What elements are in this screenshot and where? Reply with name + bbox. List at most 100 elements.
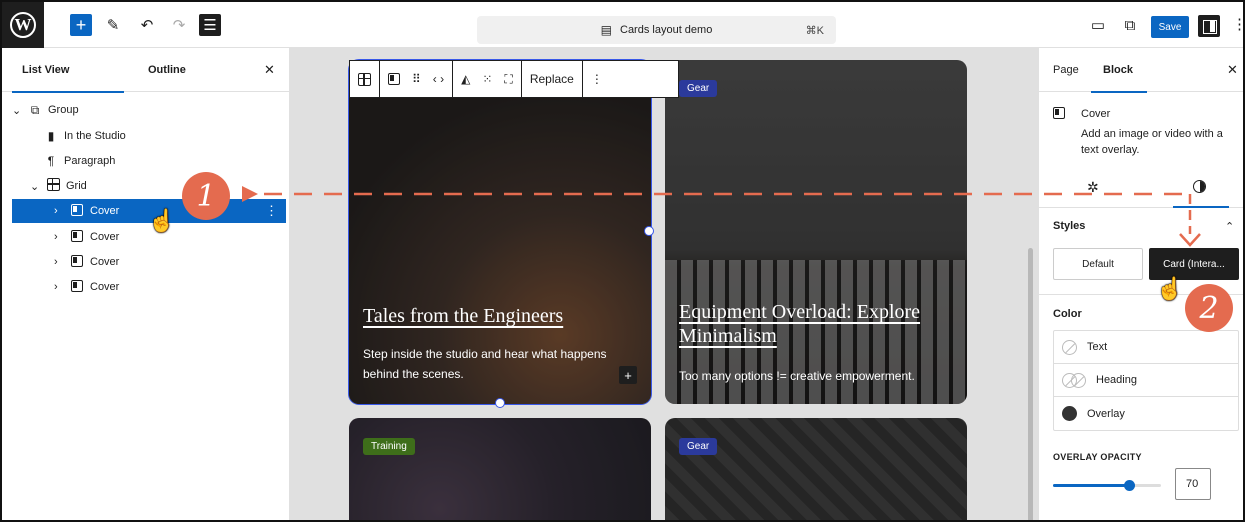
cover-icon — [1053, 106, 1065, 124]
cover-icon — [68, 203, 86, 219]
cover-icon — [68, 229, 86, 245]
styles-section-title: Styles — [1053, 220, 1086, 232]
contrast-triangle-icon[interactable]: ◭ — [461, 72, 470, 86]
drag-handle-icon[interactable]: ⠿ — [412, 72, 421, 86]
empty-swatch-icon — [1062, 339, 1077, 355]
category-badge[interactable]: Gear — [679, 80, 718, 97]
color-section-title: Color — [1053, 308, 1082, 320]
style-default-button[interactable]: Default — [1053, 248, 1143, 280]
card-title[interactable]: Equipment Overload: Explore Minimalism — [679, 300, 964, 348]
save-button[interactable]: Save — [1151, 16, 1189, 38]
list-item-cover[interactable]: › Cover — [12, 250, 286, 274]
list-item-cover[interactable]: › Cover — [12, 275, 286, 299]
options-kebab-icon[interactable]: ⋮ — [265, 203, 278, 219]
document-overview-icon[interactable]: ☰ — [199, 14, 221, 36]
card-description[interactable]: Too many options != creative empowerment… — [679, 366, 915, 386]
list-item-group[interactable]: ⌄ ⧉ Group — [12, 98, 286, 122]
overlay-opacity-label: OVERLAY OPACITY — [1053, 452, 1142, 462]
tools-pencil-icon[interactable]: ✎ — [102, 14, 124, 36]
pointer-hand-icon: ☝ — [148, 208, 176, 233]
undo-icon[interactable]: ↶ — [136, 14, 158, 36]
add-block-button[interactable]: + — [70, 14, 92, 36]
editor-canvas[interactable]: Tales from the Engineers Step inside the… — [290, 48, 1038, 520]
cover-controls: ◭ ⁙ ⛶ — [453, 61, 522, 97]
color-item-overlay[interactable]: Overlay — [1054, 397, 1238, 430]
list-item-label: Cover — [90, 231, 120, 243]
tab-list-view[interactable]: List View — [12, 48, 124, 93]
list-view-panel: List View Outline ✕ ⌄ ⧉ Group ▮ In the S… — [2, 48, 290, 520]
chevron-down-icon[interactable]: ⌄ — [12, 104, 26, 117]
overlay-opacity-slider[interactable] — [1053, 480, 1161, 491]
color-item-heading[interactable]: Heading — [1054, 364, 1238, 397]
block-inserter-plus-icon[interactable]: + — [619, 366, 637, 384]
view-device-icon[interactable]: ▭ — [1087, 14, 1109, 36]
canvas-scrollbar[interactable] — [1028, 248, 1033, 520]
top-toolbar: W + ✎ ↶ ↷ ☰ ▤ Cards layout demo ⌘K ▭ ⧉ S… — [2, 2, 1243, 48]
focal-point-icon[interactable]: ⁙ — [482, 72, 492, 86]
cover-card[interactable]: Tales from the Engineers Step inside the… — [348, 59, 652, 405]
more-options-icon[interactable]: ⋮ — [1232, 15, 1243, 33]
wordpress-icon: W — [10, 12, 36, 38]
gear-icon[interactable]: ✲ — [1087, 179, 1099, 196]
bookmark-icon: ▮ — [47, 129, 55, 143]
active-tab-indicator — [1173, 206, 1229, 208]
list-item-label: Group — [48, 104, 79, 116]
move-arrows-icon[interactable]: ‹ › — [433, 72, 444, 86]
block-inspector-tabs: ✲ — [1039, 176, 1243, 208]
grid-icon — [44, 178, 62, 194]
block-more-options-icon[interactable]: ⋮ — [583, 61, 611, 97]
list-item-label: Grid — [66, 180, 87, 192]
tab-page[interactable]: Page — [1053, 48, 1079, 92]
cover-card[interactable]: Gear Equipment Overload: Explore Minimal… — [665, 60, 967, 404]
card-title[interactable]: Tales from the Engineers — [363, 304, 563, 328]
chevron-up-icon[interactable]: ⌃ — [1225, 220, 1234, 233]
color-item-text[interactable]: Text — [1054, 331, 1238, 364]
chevron-right-icon[interactable]: › — [54, 231, 68, 243]
command-palette-title[interactable]: ▤ Cards layout demo ⌘K — [477, 16, 836, 44]
cover-card[interactable]: Training — [349, 418, 651, 520]
resize-handle-right[interactable] — [644, 226, 654, 236]
tab-block[interactable]: Block — [1091, 48, 1147, 93]
replace-button[interactable]: Replace — [522, 61, 583, 97]
slider-thumb[interactable] — [1123, 480, 1135, 491]
list-item-paragraph[interactable]: ¶ Paragraph — [12, 149, 286, 173]
tab-outline[interactable]: Outline — [148, 48, 186, 92]
step-1-badge: 1 — [182, 172, 230, 220]
pointer-hand-icon: ☝ — [1156, 276, 1184, 301]
double-swatch-icon — [1062, 372, 1086, 388]
settings-toggle-icon[interactable] — [1198, 15, 1220, 37]
page-icon: ▤ — [600, 23, 612, 37]
shortcut-hint: ⌘K — [805, 25, 824, 37]
list-view-tabs: List View Outline ✕ — [2, 48, 289, 93]
slider-fill — [1053, 484, 1129, 487]
cover-icon — [68, 279, 86, 295]
fullscreen-icon[interactable]: ⛶ — [504, 72, 512, 87]
block-description: Add an image or video with a text overla… — [1081, 128, 1223, 156]
list-item-label: Cover — [90, 205, 120, 217]
close-icon[interactable]: ✕ — [264, 62, 275, 78]
list-item-label: In the Studio — [64, 130, 126, 142]
list-item-grid[interactable]: ⌄ Grid — [12, 174, 286, 198]
list-item-heading[interactable]: ▮ In the Studio — [12, 124, 286, 148]
external-link-icon[interactable]: ⧉ — [1119, 14, 1141, 36]
card-description[interactable]: Step inside the studio and hear what hap… — [363, 344, 613, 384]
resize-handle-bottom[interactable] — [495, 398, 505, 408]
wordpress-logo-button[interactable]: W — [2, 2, 44, 48]
close-icon[interactable]: ✕ — [1227, 62, 1238, 78]
chevron-right-icon[interactable]: › — [54, 281, 68, 293]
block-name: Cover — [1081, 108, 1111, 120]
filled-swatch-icon — [1062, 406, 1077, 421]
parent-grid-button[interactable] — [350, 61, 380, 97]
cover-icon[interactable] — [388, 73, 400, 85]
redo-icon[interactable]: ↷ — [168, 14, 190, 36]
chevron-right-icon[interactable]: › — [54, 205, 68, 217]
overlay-opacity-input[interactable]: 70 — [1175, 468, 1211, 500]
cover-overlay — [349, 418, 651, 520]
category-badge[interactable]: Training — [363, 438, 415, 455]
chevron-right-icon[interactable]: › — [54, 256, 68, 268]
block-toolbar: ⠿ ‹ › ◭ ⁙ ⛶ Replace ⋮ — [349, 60, 679, 98]
category-badge[interactable]: Gear — [679, 438, 718, 455]
chevron-down-icon[interactable]: ⌄ — [30, 180, 44, 193]
styles-contrast-icon[interactable] — [1193, 180, 1206, 193]
cover-card[interactable]: Gear — [665, 418, 967, 520]
